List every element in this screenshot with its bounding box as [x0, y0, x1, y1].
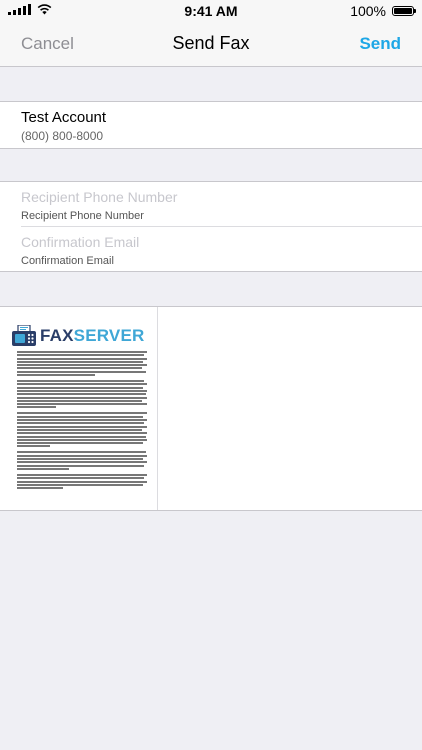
battery-icon: [392, 6, 416, 16]
account-row[interactable]: Test Account (800) 800-8000: [0, 101, 422, 149]
document-preview: FAXSERVER: [0, 306, 422, 511]
status-right: 100%: [350, 3, 416, 19]
confirmation-email-field[interactable]: Confirmation Email Confirmation Email: [21, 227, 422, 271]
account-name: Test Account: [21, 109, 107, 126]
document-paragraph: [17, 451, 147, 470]
document-thumbnail[interactable]: FAXSERVER: [0, 307, 158, 510]
status-bar: 9:41 AM 100%: [0, 0, 422, 22]
recipient-phone-field[interactable]: Recipient Phone Number Recipient Phone N…: [21, 182, 422, 227]
logo-wordmark: FAXSERVER: [40, 326, 144, 346]
document-paragraph: [17, 412, 147, 448]
recipient-phone-placeholder: Recipient Phone Number: [21, 189, 178, 205]
fax-machine-icon: [12, 325, 36, 346]
recipient-form: Recipient Phone Number Recipient Phone N…: [0, 181, 422, 272]
logo-server-text: SERVER: [73, 326, 145, 345]
account-phone: (800) 800-8000: [21, 129, 104, 143]
battery-percent: 100%: [350, 3, 386, 19]
logo-fax-text: FAX: [40, 326, 74, 345]
document-paragraph: [17, 473, 147, 490]
document-paragraph: [17, 380, 147, 409]
navigation-bar: Cancel Send Fax Send: [0, 22, 422, 67]
faxserver-logo: FAXSERVER: [11, 325, 144, 347]
send-button[interactable]: Send: [359, 34, 401, 54]
confirmation-email-label: Confirmation Email: [21, 255, 114, 267]
document-body-lines: [17, 351, 147, 493]
confirmation-email-placeholder: Confirmation Email: [21, 234, 140, 250]
document-paragraph: [17, 351, 147, 377]
recipient-phone-label: Recipient Phone Number: [21, 210, 144, 222]
